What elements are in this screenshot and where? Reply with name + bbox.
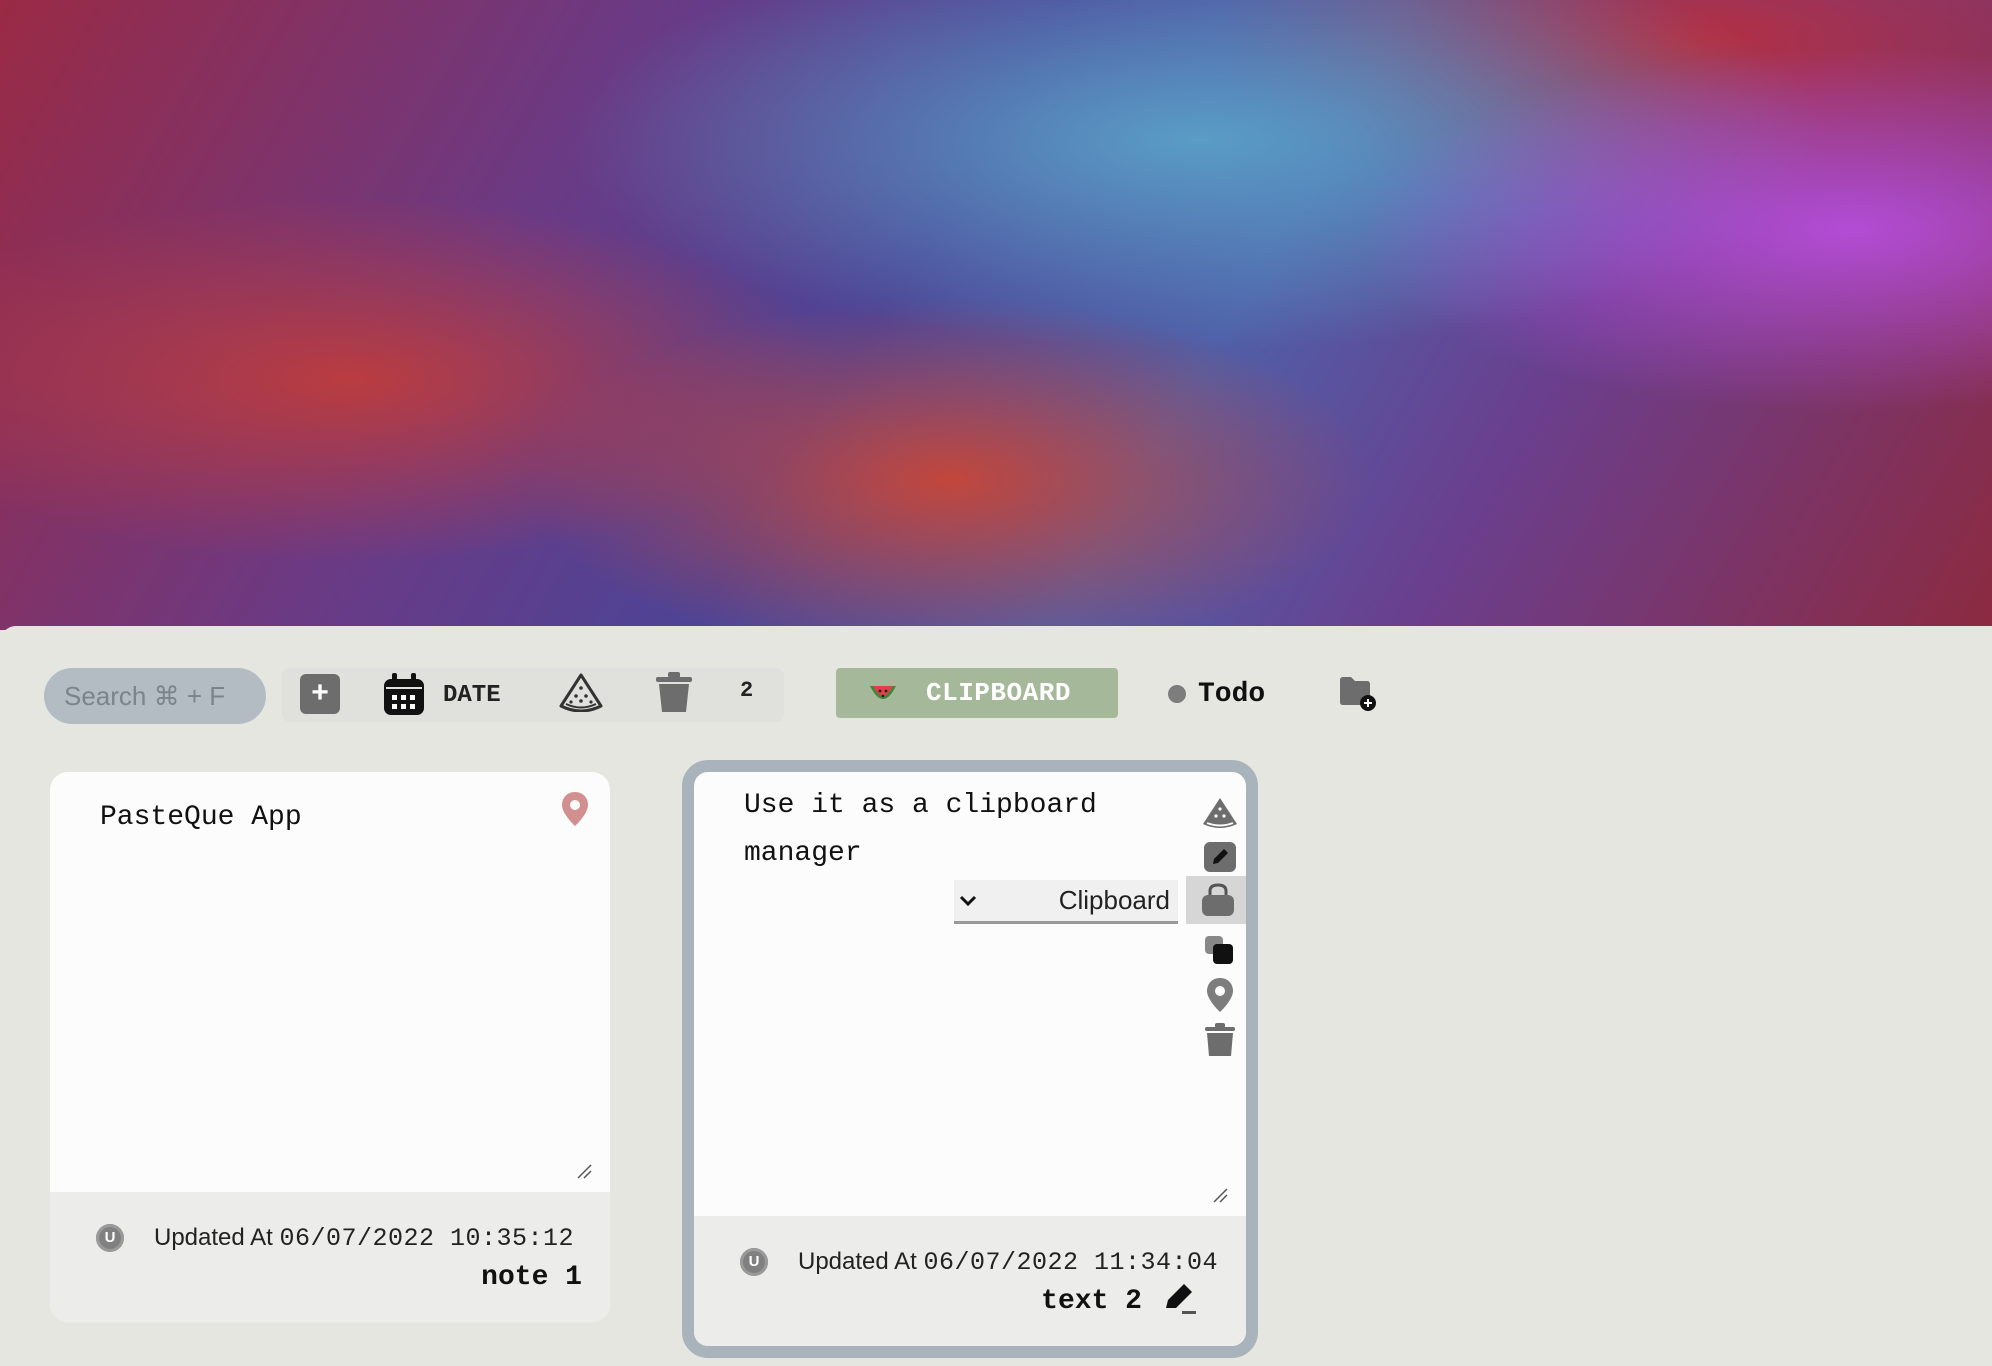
search-input[interactable] bbox=[44, 668, 266, 724]
date-sort-button[interactable]: DATE bbox=[383, 670, 501, 720]
desktop-wallpaper bbox=[0, 0, 1992, 630]
user-badge: U bbox=[740, 1248, 768, 1276]
updated-at: Updated At 06/07/2022 11:34:04 bbox=[798, 1248, 1218, 1277]
folder-select-value: Clipboard bbox=[1058, 885, 1170, 915]
tab-todo[interactable]: Todo bbox=[1168, 670, 1265, 718]
location-pin-icon bbox=[562, 792, 588, 826]
updated-timestamp: 06/07/2022 10:35:12 bbox=[279, 1224, 574, 1253]
toolbar: + DATE bbox=[0, 626, 1992, 756]
note-content[interactable]: PasteQue App bbox=[100, 794, 520, 842]
lock-icon bbox=[1202, 883, 1234, 916]
updated-prefix: Updated At bbox=[798, 1248, 917, 1275]
copy-icon bbox=[1205, 936, 1233, 964]
calendar-icon bbox=[384, 673, 424, 715]
toolbar-group bbox=[282, 668, 784, 722]
trash-icon bbox=[1205, 1023, 1235, 1056]
watermelon-slice-icon bbox=[559, 673, 603, 713]
card-footer: U Updated At 06/07/2022 10:35:12 note 1 bbox=[50, 1192, 610, 1322]
card-name[interactable]: text 2 bbox=[1041, 1286, 1142, 1317]
trash-icon bbox=[656, 672, 692, 712]
watermelon-icon bbox=[870, 686, 896, 699]
date-label: DATE bbox=[443, 681, 501, 709]
trash-button[interactable] bbox=[654, 670, 694, 719]
pin-button[interactable] bbox=[560, 790, 590, 833]
card-name[interactable]: note 1 bbox=[481, 1262, 582, 1293]
pencil-icon bbox=[1204, 842, 1236, 872]
card-footer: U Updated At 06/07/2022 11:34:04 text 2 bbox=[694, 1216, 1246, 1346]
watermelon-filter-button[interactable] bbox=[558, 672, 604, 717]
watermelon-slice-icon bbox=[1203, 798, 1237, 828]
tab-clipboard-label: CLIPBOARD bbox=[926, 678, 1071, 708]
dot-icon bbox=[1168, 685, 1186, 703]
updated-at: Updated At 06/07/2022 10:35:12 bbox=[154, 1224, 574, 1253]
watermelon-action-button[interactable] bbox=[1198, 796, 1242, 830]
tab-clipboard[interactable]: CLIPBOARD bbox=[836, 668, 1118, 718]
add-folder-button[interactable] bbox=[1338, 674, 1378, 717]
folder-plus-icon bbox=[1340, 677, 1376, 711]
resize-handle-icon[interactable] bbox=[576, 1163, 592, 1184]
note-card-selected[interactable]: Use it as a clipboard manager Clipboard … bbox=[682, 760, 1258, 1358]
updated-prefix: Updated At bbox=[154, 1224, 273, 1251]
add-note-button[interactable]: + bbox=[300, 674, 340, 714]
delete-button[interactable] bbox=[1198, 1022, 1242, 1058]
trash-count: 2 bbox=[740, 678, 754, 703]
note-content[interactable]: Use it as a clipboard manager bbox=[744, 782, 1144, 878]
folder-select-row: Clipboard bbox=[954, 876, 1246, 924]
resize-handle-icon[interactable] bbox=[1212, 1187, 1228, 1208]
pin-button[interactable] bbox=[1198, 976, 1242, 1014]
location-pin-icon bbox=[1207, 978, 1233, 1012]
note-card[interactable]: PasteQue App U Updated At 06/07/2022 10:… bbox=[50, 772, 610, 1322]
tab-todo-label: Todo bbox=[1198, 678, 1266, 710]
edit-button[interactable] bbox=[1198, 840, 1242, 874]
folder-select[interactable]: Clipboard bbox=[954, 880, 1178, 924]
edit-name-icon[interactable] bbox=[1162, 1280, 1198, 1321]
chevron-down-icon bbox=[959, 895, 977, 906]
user-badge: U bbox=[96, 1224, 124, 1252]
copy-button[interactable] bbox=[1198, 934, 1242, 968]
pencil-line-icon bbox=[1166, 1284, 1196, 1314]
lock-button[interactable] bbox=[1186, 876, 1246, 924]
updated-timestamp: 06/07/2022 11:34:04 bbox=[923, 1248, 1218, 1277]
